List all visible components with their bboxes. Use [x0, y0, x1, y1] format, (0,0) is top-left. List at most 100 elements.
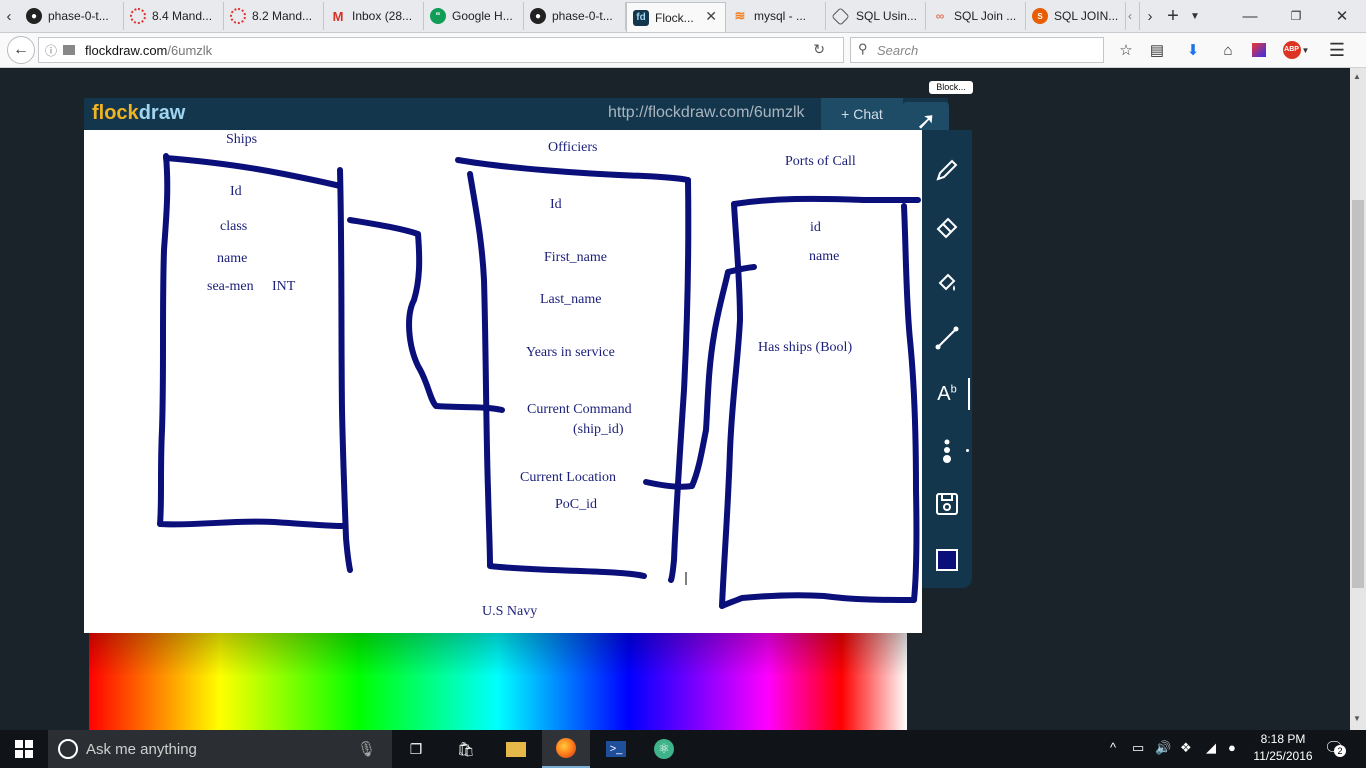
reading-list-icon[interactable]: ▤: [1146, 39, 1168, 61]
tab-label: 8.2 Mand...: [252, 9, 313, 23]
scroll-up-icon[interactable]: ▲: [1353, 72, 1361, 81]
bookmark-star-icon[interactable]: ☆: [1115, 39, 1137, 61]
adblock-icon[interactable]: ABP ▼: [1282, 39, 1310, 61]
color-picker[interactable]: [89, 633, 907, 730]
current-color-swatch: [936, 549, 958, 571]
tab-4[interactable]: “ Google H...: [424, 2, 524, 30]
label-officers-title: Officiers: [548, 140, 598, 155]
tab-scroll-left-button[interactable]: ‹: [0, 2, 18, 30]
chat-button[interactable]: + Chat: [821, 98, 903, 130]
atom-button[interactable]: ⚛: [640, 730, 688, 768]
tab-label: Google H...: [452, 9, 513, 23]
task-view-button[interactable]: ❐: [392, 730, 440, 768]
scroll-down-icon[interactable]: ▼: [1353, 714, 1361, 723]
label-officers-id: Id: [550, 197, 562, 212]
tab-label: phase-0-t...: [552, 9, 613, 23]
back-button[interactable]: ←: [7, 36, 35, 64]
tab-0[interactable]: ● phase-0-t...: [20, 2, 124, 30]
close-icon[interactable]: ✕: [705, 8, 717, 25]
cortana-search-box[interactable]: Ask me anything 🎙: [48, 730, 392, 768]
powershell-button[interactable]: >_: [592, 730, 640, 768]
wifi-icon[interactable]: ◢: [1206, 740, 1216, 756]
dropbox-icon[interactable]: ❖: [1180, 740, 1192, 756]
url-bar[interactable]: ⓘ flockdraw.com/6umzlk ↻: [38, 37, 844, 63]
extension-icon[interactable]: [1248, 39, 1270, 61]
back-arrow-icon: ←: [13, 41, 29, 58]
start-button[interactable]: [0, 730, 48, 768]
save-tool[interactable]: [922, 484, 972, 524]
pencil-tool[interactable]: [922, 150, 972, 190]
tab-overflow[interactable]: ‹: [1126, 2, 1140, 30]
flockdraw-logo[interactable]: flockdraw: [92, 102, 185, 125]
drawing-canvas[interactable]: Ships Id class name sea-men INT Officier…: [84, 130, 922, 633]
scrollbar-thumb[interactable]: [1352, 200, 1364, 588]
tab-strip: ‹ ● phase-0-t... 8.4 Mand... 8.2 Mand...…: [0, 0, 1366, 33]
window-close-button[interactable]: ✕: [1322, 2, 1362, 30]
task-view-icon: ❐: [409, 740, 423, 757]
sql-join2-icon: S: [1032, 8, 1048, 24]
microphone-icon[interactable]: 🎙: [357, 740, 376, 758]
stroke-officers-top: [455, 157, 691, 183]
eraser-tool[interactable]: [922, 206, 972, 246]
info-icon[interactable]: ⓘ: [45, 42, 57, 59]
tab-2[interactable]: 8.2 Mand...: [224, 2, 324, 30]
color-swatch-tool[interactable]: [922, 540, 972, 580]
drawing-toolbar: Ab: [922, 130, 972, 588]
text-tool[interactable]: Ab: [922, 374, 972, 414]
volume-icon[interactable]: 🔊: [1155, 740, 1171, 756]
label-ports-id: id: [810, 220, 821, 235]
store-button[interactable]: 🛍: [442, 730, 490, 768]
brush-size-tool[interactable]: [922, 430, 972, 470]
tab-7[interactable]: ≋ mysql - ...: [726, 2, 826, 30]
tab-1[interactable]: 8.4 Mand...: [124, 2, 224, 30]
battery-icon[interactable]: ▭: [1132, 740, 1144, 756]
tab-5[interactable]: ● phase-0-t...: [524, 2, 626, 30]
cortana-placeholder: Ask me anything: [86, 740, 197, 758]
search-input[interactable]: ⚲ Search: [850, 37, 1104, 63]
block-tag[interactable]: Block...: [929, 81, 973, 94]
page-scrollbar[interactable]: ▲ ▼: [1350, 68, 1366, 730]
home-icon[interactable]: ⌂: [1217, 39, 1239, 61]
tab-3[interactable]: M Inbox (28...: [324, 2, 424, 30]
clock-date: 11/25/2016: [1253, 749, 1313, 763]
loading-icon: [230, 8, 246, 24]
tab-label: Inbox (28...: [352, 9, 413, 23]
stroke-officers-left: [467, 171, 647, 579]
gmail-icon: M: [332, 8, 344, 24]
label-ports-name: name: [809, 249, 840, 264]
new-tab-button[interactable]: +: [1162, 2, 1184, 30]
file-explorer-button[interactable]: [492, 730, 540, 768]
size-dot: [966, 449, 969, 452]
reload-icon[interactable]: ↻: [813, 41, 825, 58]
line-tool[interactable]: [922, 318, 972, 358]
url-host: flockdraw.com: [85, 42, 168, 58]
label-officers-poc-id: PoC_id: [555, 497, 598, 512]
restore-button[interactable]: ❐: [1276, 2, 1316, 30]
tab-label: phase-0-t...: [48, 9, 109, 23]
hamburger-menu-icon[interactable]: ☰: [1326, 39, 1348, 61]
tab-6-active[interactable]: fd Flock... ✕: [626, 2, 726, 32]
adblock-badge: ABP: [1282, 41, 1301, 59]
nav-bar: ← ⓘ flockdraw.com/6umzlk ↻ ⚲ Search ☆ ▤ …: [0, 33, 1366, 68]
eraser-icon: [936, 217, 958, 239]
save-icon: [936, 493, 958, 515]
selected-indicator: [968, 378, 970, 410]
stroke-ports-left: [719, 201, 743, 609]
action-center-icon[interactable]: 🗨2: [1324, 738, 1346, 758]
taskbar-clock[interactable]: 8:18 PM 11/25/2016: [1246, 731, 1320, 767]
minimize-button[interactable]: —: [1230, 2, 1270, 30]
share-url[interactable]: http://flockdraw.com/6umzlk: [608, 104, 805, 122]
fill-tool[interactable]: [922, 262, 972, 302]
chrome-tray-icon[interactable]: ●: [1228, 740, 1236, 755]
tray-chevron-up-icon[interactable]: ^: [1110, 740, 1116, 755]
download-icon[interactable]: ⬇: [1182, 39, 1204, 61]
all-tabs-dropdown-icon[interactable]: ▼: [1186, 2, 1204, 30]
tab-10[interactable]: S SQL JOIN...: [1026, 2, 1126, 30]
firefox-button[interactable]: [542, 730, 590, 768]
tab-9[interactable]: ∞ SQL Join ...: [926, 2, 1026, 30]
label-ships-seamen: sea-men: [207, 279, 254, 294]
folder-icon: [506, 741, 526, 757]
flockdraw-header: flockdraw http://flockdraw.com/6umzlk + …: [84, 98, 948, 130]
tab-scroll-right-button[interactable]: ›: [1142, 2, 1158, 30]
tab-8[interactable]: SQL Usin...: [826, 2, 926, 30]
